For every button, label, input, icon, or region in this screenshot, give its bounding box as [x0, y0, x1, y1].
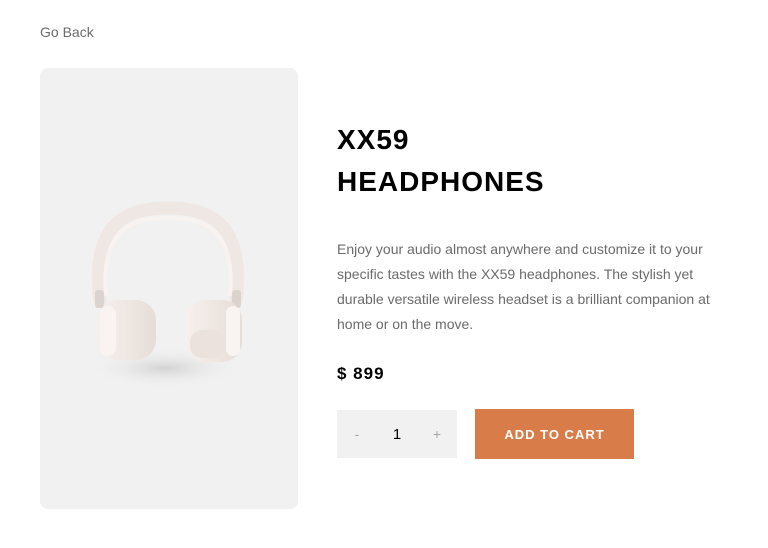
product-info: XX59 HEADPHONES Enjoy your audio almost … [337, 119, 727, 385]
product-title-line2: HEADPHONES [337, 166, 545, 197]
headphones-image [87, 201, 244, 388]
add-to-cart-button[interactable]: ADD TO CART [475, 409, 634, 459]
product-image-card [40, 68, 298, 509]
cart-controls: - 1 + ADD TO CART [337, 409, 634, 459]
product-title: XX59 HEADPHONES [337, 119, 727, 203]
go-back-link[interactable]: Go Back [40, 23, 94, 41]
quantity-value: 1 [392, 425, 402, 443]
decrement-button[interactable]: - [351, 426, 363, 442]
product-description: Enjoy your audio almost anywhere and cus… [337, 241, 710, 332]
increment-button[interactable]: + [431, 426, 443, 442]
quantity-stepper: - 1 + [337, 410, 457, 458]
product-title-line1: XX59 [337, 124, 410, 155]
product-price: $ 899 [337, 364, 385, 383]
product-detail-page: Go Back XX59 HEADPHONES Enjoy your audio… [0, 0, 768, 548]
